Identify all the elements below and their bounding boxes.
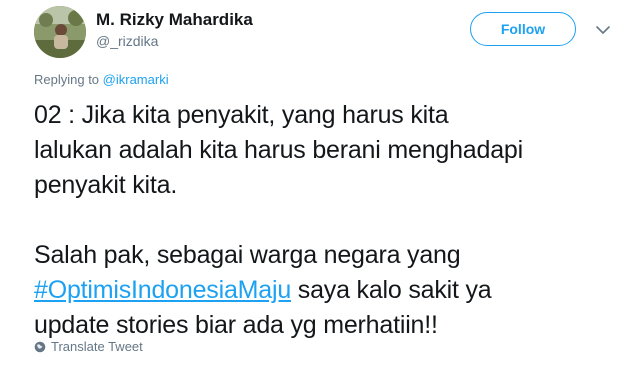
chevron-down-icon [596,25,610,34]
replying-to: Replying to @ikramarki [34,72,169,87]
tweet-line: 02 : Jika kita penyakit, yang harus kita [34,101,449,129]
follow-button[interactable]: Follow [470,12,576,46]
more-options-button[interactable] [592,20,614,40]
hashtag-link[interactable]: #OptimisIndonesiaMaju [34,276,291,304]
reply-mention-link[interactable]: @ikramarki [103,72,169,87]
tweet-line: penyakit kita. [34,171,178,199]
replying-to-prefix: Replying to [34,72,103,87]
translate-tweet-link[interactable]: Translate Tweet [34,339,143,354]
tweet-line: #OptimisIndonesiaMaju saya kalo sakit ya [34,273,630,308]
globe-icon [34,341,46,352]
author-name[interactable]: M. Rizky Mahardika [96,10,253,30]
tweet-text: 02 : Jika kita penyakit, yang harus kita… [34,98,630,343]
translate-label: Translate Tweet [51,339,143,354]
tweet-line: lalukan adalah kita harus berani menghad… [34,136,523,164]
avatar-photo-icon [34,6,86,58]
tweet-line-rest: saya kalo sakit ya [291,276,492,304]
tweet-card: M. Rizky Mahardika @_rizdika Follow Repl… [0,0,640,367]
tweet-line: Salah pak, sebagai warga negara yang [34,241,461,269]
avatar[interactable] [34,6,86,58]
tweet-line: update stories biar ada yg merhatiin!! [34,311,438,339]
author-handle[interactable]: @_rizdika [96,33,158,49]
